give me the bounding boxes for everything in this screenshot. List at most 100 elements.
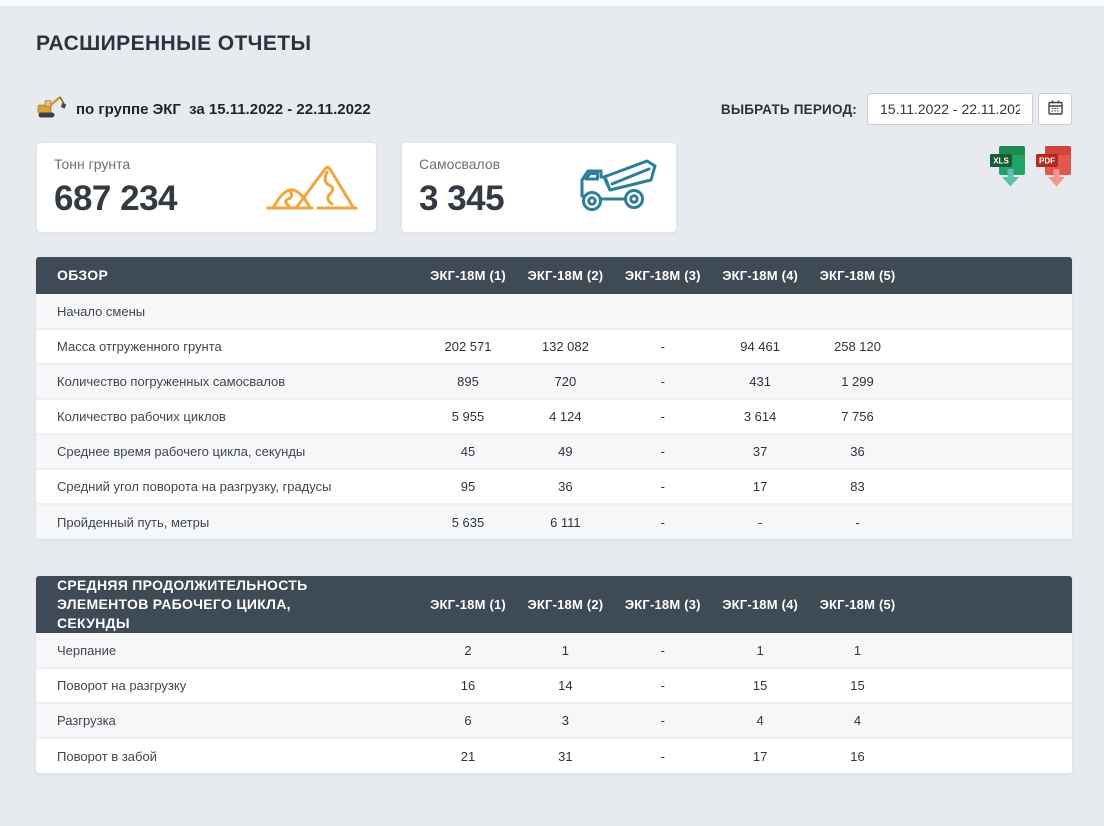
table-row: Поворот в забой2131-1716 xyxy=(36,738,1072,773)
table-row: Масса отгруженного грунта202 571132 082-… xyxy=(36,329,1072,364)
calendar-button[interactable] xyxy=(1038,93,1072,125)
header-filler xyxy=(906,257,1072,294)
table-cell xyxy=(517,294,614,329)
table-title-text: СРЕДНЯЯ ПРОДОЛЖИТЕЛЬНОСТЬ ЭЛЕМЕНТОВ РАБО… xyxy=(57,576,357,633)
stat-card-tons-text: Тонн грунта 687 234 xyxy=(54,156,177,222)
table-cell: 15 xyxy=(711,668,808,703)
table-cell: 36 xyxy=(809,434,906,469)
table-cell: 17 xyxy=(711,469,808,504)
table-cell: 4 xyxy=(711,703,808,738)
table-cell: 1 xyxy=(711,633,808,668)
column-header: ЭКГ-18М (1) xyxy=(419,576,516,633)
table-cell: 6 xyxy=(419,703,516,738)
stat-cards-row: Тонн грунта 687 234 Самосвалов 3 345 xyxy=(36,142,1072,233)
row-label: Масса отгруженного грунта xyxy=(36,329,419,364)
table-row: Черпание21-11 xyxy=(36,633,1072,668)
report-scope-text: по группе ЭКГ за 15.11.2022 - 22.11.2022 xyxy=(76,101,371,118)
column-header: ЭКГ-18М (1) xyxy=(419,257,516,294)
row-label: Количество погруженных самосвалов xyxy=(36,364,419,399)
calendar-icon xyxy=(1047,99,1064,119)
table-cell: 45 xyxy=(419,434,516,469)
row-label: Черпание xyxy=(36,633,419,668)
table-title: СРЕДНЯЯ ПРОДОЛЖИТЕЛЬНОСТЬ ЭЛЕМЕНТОВ РАБО… xyxy=(36,576,419,633)
table-cell: 17 xyxy=(711,738,808,773)
table-cell: - xyxy=(614,738,711,773)
stat-card-trucks: Самосвалов 3 345 xyxy=(401,142,677,233)
table-cell: 3 614 xyxy=(711,399,808,434)
table-cell: - xyxy=(614,469,711,504)
table-cell: - xyxy=(614,668,711,703)
table-cell: 431 xyxy=(711,364,808,399)
table-cell: - xyxy=(614,399,711,434)
row-label: Пройденный путь, метры xyxy=(36,504,419,539)
row-filler xyxy=(906,668,1072,703)
svg-text:PDF: PDF xyxy=(1039,157,1055,166)
table-cell: 14 xyxy=(517,668,614,703)
table-row: Начало смены xyxy=(36,294,1072,329)
table-title: ОБЗОР xyxy=(36,257,419,294)
export-pdf-button[interactable]: PDF xyxy=(1036,145,1072,190)
row-label: Средний угол поворота на разгрузку, град… xyxy=(36,469,419,504)
cycle-duration-table: СРЕДНЯЯ ПРОДОЛЖИТЕЛЬНОСТЬ ЭЛЕМЕНТОВ РАБО… xyxy=(36,576,1072,773)
table-cell xyxy=(809,294,906,329)
report-group: по группе ЭКГ xyxy=(76,101,181,118)
table-cell: 5 955 xyxy=(419,399,516,434)
table-cell: - xyxy=(614,703,711,738)
table-cell: 3 xyxy=(517,703,614,738)
table-row: Количество погруженных самосвалов895720-… xyxy=(36,364,1072,399)
column-header: ЭКГ-18М (5) xyxy=(809,257,906,294)
table-row: Пройденный путь, метры5 6356 111--- xyxy=(36,504,1072,539)
table-row: Количество рабочих циклов5 9554 124-3 61… xyxy=(36,399,1072,434)
stat-value-tons: 687 234 xyxy=(54,179,177,219)
row-label: Начало смены xyxy=(36,294,419,329)
table-cell: 1 299 xyxy=(809,364,906,399)
export-xls-button[interactable]: XLS xyxy=(990,145,1026,190)
table-cell: 4 124 xyxy=(517,399,614,434)
period-label: ВЫБРАТЬ ПЕРИОД: xyxy=(721,102,857,117)
column-header: ЭКГ-18М (4) xyxy=(711,257,808,294)
table-cell: 83 xyxy=(809,469,906,504)
mountain-icon xyxy=(266,155,358,220)
table-cell: 1 xyxy=(809,633,906,668)
stat-label-tons: Тонн грунта xyxy=(54,156,177,172)
table-cell: 258 120 xyxy=(809,329,906,364)
row-filler xyxy=(906,434,1072,469)
table-cell: 16 xyxy=(809,738,906,773)
export-buttons: XLS PDF xyxy=(990,145,1072,190)
report-subheader: по группе ЭКГ за 15.11.2022 - 22.11.2022… xyxy=(36,92,1072,126)
table-cell: 21 xyxy=(419,738,516,773)
table-cell xyxy=(614,294,711,329)
period-input[interactable] xyxy=(867,93,1033,125)
table-row: Средний угол поворота на разгрузку, град… xyxy=(36,469,1072,504)
row-filler xyxy=(906,399,1072,434)
column-header: ЭКГ-18М (4) xyxy=(711,576,808,633)
table-cell: - xyxy=(711,504,808,539)
row-filler xyxy=(906,469,1072,504)
row-filler xyxy=(906,703,1072,738)
table-row: Разгрузка63-44 xyxy=(36,703,1072,738)
report-period: за 15.11.2022 - 22.11.2022 xyxy=(189,101,371,118)
stat-card-tons: Тонн грунта 687 234 xyxy=(36,142,377,233)
row-label: Поворот на разгрузку xyxy=(36,668,419,703)
table-cell: - xyxy=(614,364,711,399)
svg-text:XLS: XLS xyxy=(993,157,1009,166)
table-cell: - xyxy=(614,504,711,539)
row-filler xyxy=(906,504,1072,539)
row-label: Среднее время рабочего цикла, секунды xyxy=(36,434,419,469)
page-title: РАСШИРЕННЫЕ ОТЧЕТЫ xyxy=(36,32,1072,56)
table-row: Поворот на разгрузку1614-1515 xyxy=(36,668,1072,703)
table-cell xyxy=(419,294,516,329)
stat-value-trucks: 3 345 xyxy=(419,179,504,219)
column-header: ЭКГ-18М (3) xyxy=(614,257,711,294)
row-filler xyxy=(906,738,1072,773)
extended-reports-page: РАСШИРЕННЫЕ ОТЧЕТЫ по группе ЭКГ за 15.1… xyxy=(0,32,1104,773)
row-filler xyxy=(906,329,1072,364)
row-filler xyxy=(906,294,1072,329)
row-filler xyxy=(906,633,1072,668)
row-label: Количество рабочих циклов xyxy=(36,399,419,434)
table-cell: 5 635 xyxy=(419,504,516,539)
table-cell: - xyxy=(614,434,711,469)
table-cell: 49 xyxy=(517,434,614,469)
column-header: ЭКГ-18М (2) xyxy=(517,576,614,633)
column-header: ЭКГ-18М (3) xyxy=(614,576,711,633)
